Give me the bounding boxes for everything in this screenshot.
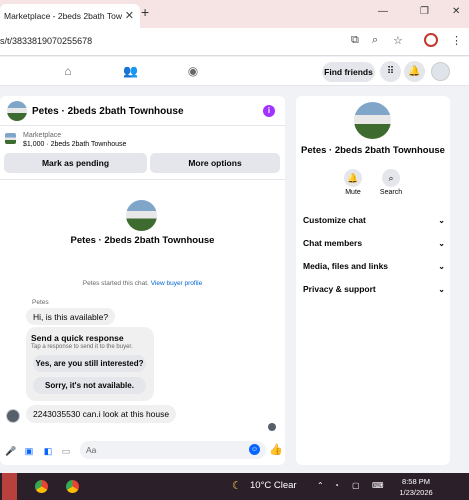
message-bubble: 2243035530 can.i look at this house [26,405,177,423]
quick-response-option-2[interactable]: Sorry, it's not available. [33,377,146,394]
chevron-down-icon: ⌄ [438,238,445,248]
row-label: Customize chat [303,215,366,225]
url-field[interactable]: s/t/3833819070255678 [0,28,344,54]
chevron-down-icon: ⌄ [438,284,445,294]
new-tab-icon[interactable]: + [141,4,149,20]
search-icon: ⌕ [382,169,400,187]
more-options-button[interactable]: More options [150,153,280,173]
chat-center-name: Petes · 2beds 2bath Townhouse [70,235,215,246]
chat-details-panel: Petes · 2beds 2bath Townhouse 🔔 Mute ⌕ S… [296,96,450,465]
menu-grid-icon[interactable]: ⠿ [380,61,401,82]
keyboard-icon[interactable]: ⌨ [372,481,384,490]
listing-category: Marketplace [23,132,62,139]
browser-tab[interactable]: Marketplace - 2beds 2bath Tow ✕ [0,4,140,28]
customize-chat-row[interactable]: Customize chat ⌄ [303,212,445,228]
emoji-icon[interactable]: ☺ [249,444,260,455]
sender-name: Petes [32,299,49,306]
address-bar: s/t/3833819070255678 ⧉ ⌕ ☆ ⋮ [0,28,469,56]
tab-title: Marketplace - 2beds 2bath Tow [4,11,122,21]
listing-price-title[interactable]: $1,000 · 2beds 2bath Townhouse [23,141,126,148]
quick-response-card: Send a quick response Tap a response to … [26,327,154,401]
close-window-icon[interactable]: ✕ [452,6,460,17]
message-input-placeholder: Aa [86,445,97,455]
taskbar: ☾ 10°C Clear ⌃ ◔ ▢ ⌨ 8:58 PM 1/23/2026 [0,473,469,500]
chevron-down-icon: ⌄ [438,261,445,271]
chat-header: Petes · 2beds 2bath Townhouse i [0,96,285,126]
moon-weather-icon: ☾ [232,480,242,492]
chrome-profile-app-icon[interactable] [64,478,81,495]
privacy-support-row[interactable]: Privacy & support ⌄ [303,281,445,297]
seen-indicator-avatar [268,423,276,431]
groups-icon[interactable]: ◉ [186,64,200,78]
gif-icon[interactable]: ▭ [61,446,71,456]
clock[interactable]: 8:58 PM 1/23/2026 [396,476,436,498]
started-text: Petes started this chat. [82,280,149,287]
details-name: Petes · 2beds 2bath Townhouse [301,145,445,156]
account-avatar[interactable] [431,62,450,81]
minimize-icon[interactable]: — [378,6,388,17]
quick-response-title: Send a quick response [31,333,124,343]
message-text: Hi, is this available? [33,311,109,322]
clock-time: 8:58 PM [402,477,430,486]
friends-icon[interactable]: 👥 [123,64,138,78]
bell-icon: 🔔 [344,169,362,187]
bookmark-star-icon[interactable]: ☆ [393,34,403,47]
mark-as-pending-button[interactable]: Mark as pending [4,153,147,173]
message-input[interactable]: Aa [80,441,266,459]
start-button[interactable] [2,473,17,500]
message-text: 2243035530 can.i look at this house [33,409,170,419]
view-buyer-profile-link[interactable]: View buyer profile [151,280,203,287]
display-icon[interactable]: ▢ [352,481,360,490]
details-avatar [354,102,391,139]
browser-profile-icon[interactable] [424,33,438,47]
chat-members-row[interactable]: Chat members ⌄ [303,235,445,251]
chat-center-avatar [126,200,157,231]
row-label: Media, files and links [303,261,389,271]
row-label: Chat members [303,238,363,248]
wifi-icon[interactable]: ◔ [334,481,339,490]
home-icon[interactable]: ⌂ [61,64,75,78]
microphone-icon[interactable]: 🎤 [5,446,16,456]
listing-thumbnail [5,133,16,144]
chat-title[interactable]: Petes · 2beds 2bath Townhouse [32,106,184,117]
message-bubble: Hi, is this available? [26,308,116,325]
install-app-icon[interactable]: ⧉ [351,34,359,47]
mute-button[interactable]: 🔔 Mute [333,169,373,196]
find-friends-button[interactable]: Find friends [322,62,375,82]
photo-icon[interactable]: ▣ [24,446,34,456]
sender-avatar[interactable] [6,409,20,423]
search-label: Search [379,189,403,196]
info-icon[interactable]: i [263,105,275,117]
clock-date: 1/23/2026 [399,488,433,497]
like-thumb-icon[interactable]: 👍 [269,443,283,456]
quick-response-subtitle: Tap a response to send it to the buyer. [31,344,133,350]
restore-icon[interactable]: ❐ [420,6,429,17]
mute-label: Mute [345,189,361,196]
close-tab-icon[interactable]: ✕ [125,9,134,22]
row-label: Privacy & support [303,284,376,294]
browser-menu-icon[interactable]: ⋮ [451,34,462,47]
quick-response-option-1[interactable]: Yes, are you still interested? [33,355,146,372]
listing-summary: Marketplace $1,000 · 2beds 2bath Townhou… [0,127,285,180]
sticker-icon[interactable]: ◧ [43,446,53,456]
zoom-icon[interactable]: ⌕ [372,34,378,47]
chevron-up-icon[interactable]: ⌃ [317,481,324,490]
notifications-bell-icon[interactable]: 🔔 [404,61,425,82]
chrome-app-icon[interactable] [33,478,50,495]
chat-panel: Petes · 2beds 2bath Townhouse i Marketpl… [0,96,285,465]
weather-text[interactable]: 10°C Clear [250,480,297,491]
chevron-down-icon: ⌄ [438,215,445,225]
browser-tabstrip: Marketplace - 2beds 2bath Tow ✕ + — ❐ ✕ [0,0,469,28]
chat-started-notice: Petes started this chat. View buyer prof… [0,280,285,287]
chat-header-avatar[interactable] [7,101,27,121]
search-button[interactable]: ⌕ Search [371,169,411,196]
url-text: s/t/3833819070255678 [0,36,93,46]
media-files-links-row[interactable]: Media, files and links ⌄ [303,258,445,274]
